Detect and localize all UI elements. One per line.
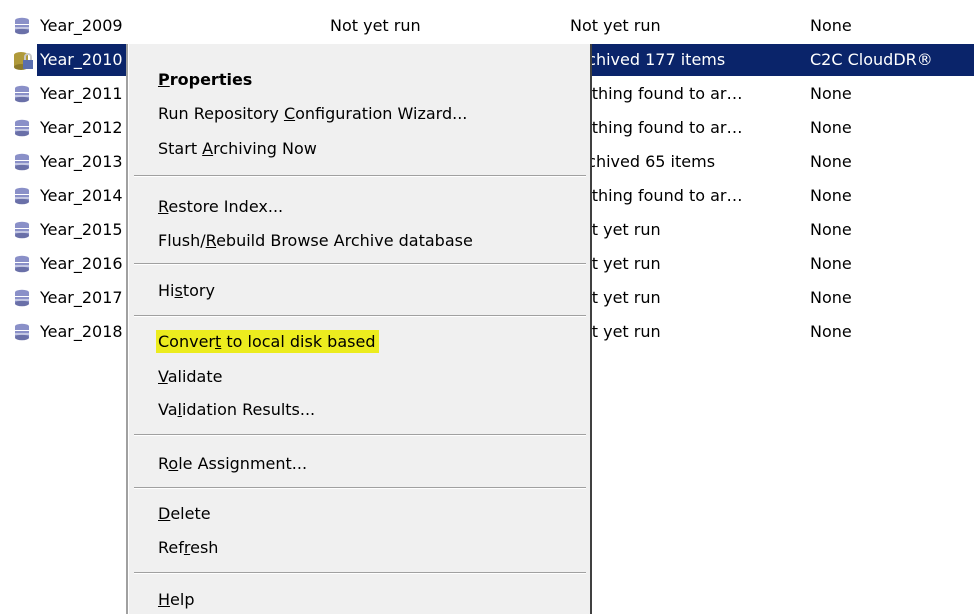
archive-status: Not yet run [570, 322, 661, 341]
menu-separator [134, 263, 586, 265]
menu-item-start-archiving-now[interactable]: Start Archiving Now [158, 134, 317, 164]
archive-status: Nothing found to ar… [570, 84, 743, 103]
archive-status: Not yet run [570, 16, 661, 35]
storage-provider: None [810, 220, 852, 239]
menu-label: elp [170, 590, 195, 609]
archive-status: Not yet run [570, 254, 661, 273]
menu-label: Start [158, 139, 203, 158]
accelerator-key: H [158, 590, 171, 609]
storage-provider: None [810, 118, 852, 137]
archive-status: Nothing found to ar… [570, 118, 743, 137]
storage-provider: None [810, 288, 852, 307]
archive-status: Nothing found to ar… [570, 186, 743, 205]
accelerator-key: s [174, 281, 183, 300]
menu-separator [134, 175, 586, 177]
database-icon [14, 255, 30, 273]
accelerator-key: R [158, 197, 169, 216]
menu-item-refresh[interactable]: Refresh [158, 533, 218, 563]
menu-label: roperties [169, 70, 253, 89]
archive-status: Not yet run [570, 220, 661, 239]
last-run-time: Not yet run [330, 16, 421, 35]
menu-item-properties[interactable]: Properties [158, 65, 252, 95]
menu-label: Ref [158, 538, 184, 557]
menu-label: Run Repository [158, 104, 284, 123]
database-icon [14, 187, 30, 205]
menu-item-validate[interactable]: Validate [158, 362, 222, 392]
database-icon [14, 289, 30, 307]
table-row[interactable]: Year_2009 Not yet run Not yet run None [0, 10, 974, 42]
menu-label: alidate [167, 367, 223, 386]
menu-label: estore Index... [168, 197, 284, 216]
menu-item-role-assignment[interactable]: Role Assignment... [158, 449, 307, 479]
menu-item-history[interactable]: History [158, 276, 215, 306]
menu-label: idation Results... [181, 400, 316, 419]
context-menu: Properties Run Repository Configuration … [126, 44, 592, 614]
storage-provider: None [810, 186, 852, 205]
highlight-marker: Convert to local disk based [156, 330, 380, 353]
menu-item-restore-index[interactable]: Restore Index... [158, 192, 283, 222]
accelerator-key: o [168, 454, 179, 473]
menu-label: to local disk based [221, 332, 376, 351]
menu-label: R [158, 454, 169, 473]
accelerator-key: D [158, 504, 171, 523]
menu-item-help[interactable]: Help [158, 585, 194, 614]
database-lock-icon [13, 51, 33, 70]
menu-label: rchiving Now [213, 139, 317, 158]
menu-label: esh [190, 538, 219, 557]
storage-provider: None [810, 84, 852, 103]
menu-separator [134, 487, 586, 489]
menu-label: elete [170, 504, 211, 523]
menu-label: ebuild Browse Archive database [216, 231, 473, 250]
accelerator-key: R [205, 231, 217, 250]
database-icon [14, 119, 30, 137]
menu-item-delete[interactable]: Delete [158, 499, 211, 529]
menu-label: tory [182, 281, 215, 300]
menu-separator [134, 315, 586, 317]
menu-separator [134, 572, 586, 574]
accelerator-key: P [158, 70, 170, 89]
menu-item-validation-results[interactable]: Validation Results... [158, 395, 315, 425]
menu-label: Va [158, 400, 178, 419]
menu-separator [134, 434, 586, 436]
archive-repository-list: Year_2009 Not yet run Not yet run None Year_… [0, 0, 974, 614]
accelerator-key: C [283, 104, 296, 123]
storage-provider: C2C CloudDR® [810, 50, 933, 69]
archive-status: Archived 177 items [570, 50, 726, 69]
menu-item-flush-rebuild-browse-archive[interactable]: Flush/Rebuild Browse Archive database [158, 226, 473, 256]
storage-provider: None [810, 322, 852, 341]
menu-label: Hi [158, 281, 175, 300]
database-icon [14, 221, 30, 239]
menu-label: le Assignment... [178, 454, 308, 473]
menu-item-convert-to-local-disk[interactable]: Convert to local disk based [156, 327, 380, 357]
database-icon [14, 17, 30, 35]
archive-status: Archived 65 items [570, 152, 716, 171]
database-icon [14, 323, 30, 341]
storage-provider: None [810, 152, 852, 171]
storage-provider: None [810, 16, 852, 35]
menu-label: onfiguration Wizard... [295, 104, 468, 123]
database-icon [14, 85, 30, 103]
accelerator-key: A [202, 139, 214, 158]
menu-item-run-configuration-wizard[interactable]: Run Repository Configuration Wizard... [158, 99, 467, 129]
accelerator-key: V [158, 367, 168, 386]
menu-label: Flush/ [158, 231, 206, 250]
repository-name: Year_2009 [40, 16, 123, 35]
menu-label: Conver [158, 332, 215, 351]
archive-status: Not yet run [570, 288, 661, 307]
database-icon [14, 153, 30, 171]
storage-provider: None [810, 254, 852, 273]
